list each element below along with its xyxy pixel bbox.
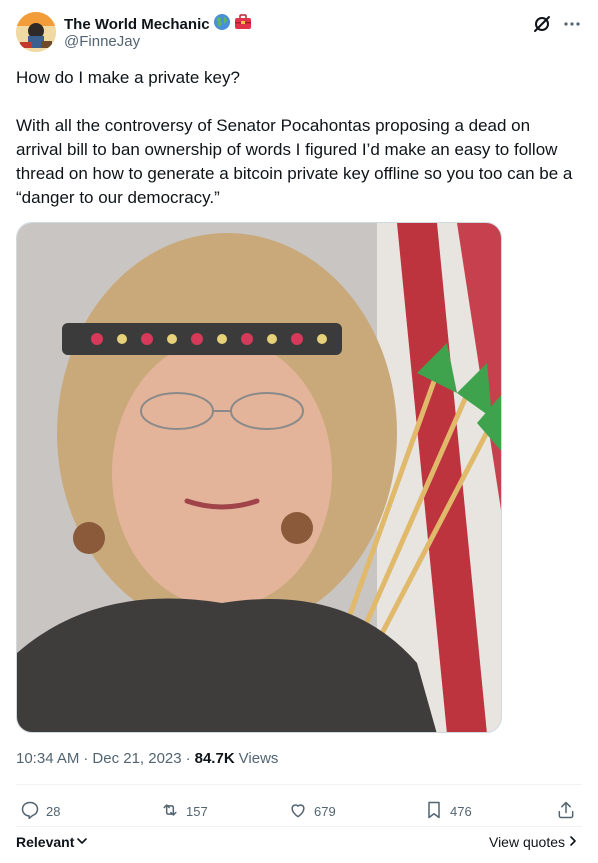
repost-button[interactable]: 157	[160, 796, 208, 826]
tweet-text: How do I make a private key? With all th…	[16, 68, 573, 207]
share-button[interactable]	[556, 796, 576, 826]
like-button[interactable]: 679	[288, 796, 336, 826]
bookmark-count: 476	[450, 803, 472, 819]
bookmark-button[interactable]: 476	[424, 796, 472, 826]
avatar[interactable]	[16, 12, 56, 52]
repost-count: 157	[186, 803, 208, 819]
meta-separator: ·	[83, 750, 89, 767]
globe-americas-icon	[213, 13, 231, 36]
divider-bottom	[16, 826, 582, 827]
views-label: Views	[238, 750, 279, 767]
view-quotes-link[interactable]: View quotes	[489, 834, 578, 850]
author-handle[interactable]: @FinneJay	[64, 33, 140, 50]
more-icon[interactable]	[562, 14, 582, 34]
tweet-actions: 28 157 679 476	[16, 796, 582, 826]
toolbox-icon	[234, 13, 252, 36]
view-quotes-label: View quotes	[488, 834, 565, 850]
divider-top	[16, 784, 582, 785]
views-count: 84.7K	[194, 750, 235, 767]
like-count: 679	[314, 803, 336, 819]
sort-dropdown[interactable]: Relevant	[16, 834, 88, 850]
tweet-image[interactable]	[16, 222, 502, 733]
bookmark-icon	[424, 800, 444, 823]
author-display-name[interactable]: The World Mechanic	[64, 16, 210, 33]
replies-footer: Relevant View quotes	[16, 832, 582, 854]
chevron-down-icon	[76, 834, 88, 850]
grok-icon[interactable]	[532, 14, 552, 34]
like-icon	[288, 800, 308, 823]
reply-icon	[20, 800, 40, 823]
share-icon	[556, 800, 576, 823]
sort-label: Relevant	[16, 834, 75, 850]
repost-icon	[160, 800, 180, 823]
reply-button[interactable]: 28	[20, 796, 60, 826]
tweet-date[interactable]: Dec 21, 2023	[92, 750, 181, 767]
chevron-right-icon	[568, 834, 578, 850]
tweet-header: The World Mechanic @FinneJay	[16, 12, 582, 54]
tweet-meta: 10:34 AM · Dec 21, 2023 · 84.7K Views	[16, 750, 278, 767]
tweet-time[interactable]: 10:34 AM	[16, 750, 79, 767]
reply-count: 28	[46, 803, 61, 819]
meta-separator: ·	[185, 750, 191, 767]
